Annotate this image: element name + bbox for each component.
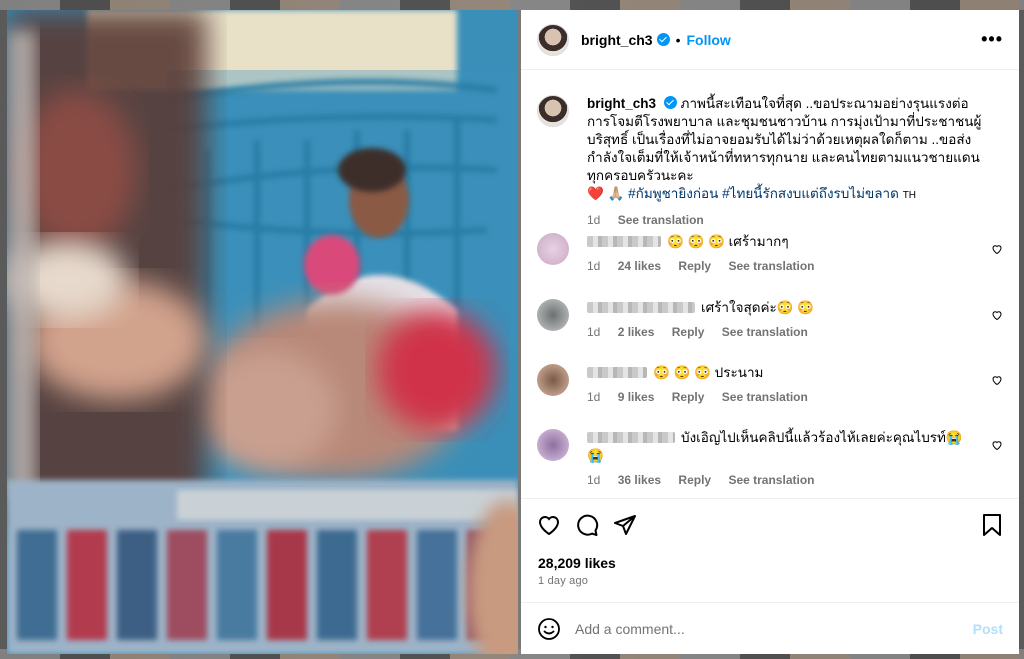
comment-likes[interactable]: 24 likes [618,259,661,273]
comment-item: บังเอิญไปเห็นคลิปนี้แล้วร้องไห้เลยค่ะคุณ… [537,429,1003,489]
see-translation-link[interactable]: See translation [722,325,808,339]
comment-bubble-icon[interactable] [575,513,599,537]
comment-text: 😳 😳 😳 ประนาม [653,365,764,380]
see-translation-link[interactable]: See translation [618,213,704,227]
emoji-picker-icon[interactable] [537,617,561,641]
commenter-avatar[interactable] [537,233,569,265]
reply-button[interactable]: Reply [672,325,705,339]
author-username[interactable]: bright_ch3 [581,32,653,48]
post-media-image[interactable] [7,10,518,654]
reply-button[interactable]: Reply [678,473,711,487]
post-date[interactable]: 1 day ago [538,575,588,587]
comment-text: เศร้าใจสุดค่ะ😳 😳 [701,300,815,315]
comment-time[interactable]: 1d [587,473,600,487]
caption: bright_ch3 ภาพนี้สะเทือนใจที่สุด ..ขอประ… [521,71,1019,229]
share-paper-plane-icon[interactable] [613,513,637,537]
likes-count[interactable]: 28,209 likes [538,555,616,571]
post-comment-button[interactable]: Post [973,621,1003,637]
comment-likes[interactable]: 9 likes [618,390,655,404]
caption-time[interactable]: 1d [587,213,600,227]
reply-button[interactable]: Reply [678,259,711,273]
comment-meta: 1d 36 likes Reply See translation [587,471,977,489]
commenter-username-blurred[interactable] [587,432,675,443]
comment-likes[interactable]: 36 likes [618,473,661,487]
commenter-avatar[interactable] [537,429,569,461]
hashtag-link[interactable]: #ไทยนี้รักสงบแต่ถึงรบไม่ขลาด [722,186,899,201]
more-options-icon[interactable]: ••• [981,29,1003,50]
comment-text: 😳 😳 😳 เศร้ามากๆ [667,234,789,249]
see-translation-link[interactable]: See translation [722,390,808,404]
commenter-username-blurred[interactable] [587,367,647,378]
comment-item: เศร้าใจสุดค่ะ😳 😳 1d 2 likes Reply See tr… [537,299,1003,341]
like-comment-heart-icon[interactable] [991,309,1003,321]
caption-author-avatar[interactable] [537,95,569,127]
comment-time[interactable]: 1d [587,259,600,273]
author-avatar[interactable] [537,23,569,56]
comment-time[interactable]: 1d [587,390,600,404]
comment-item: 😳 😳 😳 เศร้ามากๆ 1d 24 likes Reply See tr… [537,233,1003,275]
comment-input[interactable] [575,620,955,637]
post-header: bright_ch3 • Follow ••• [521,10,1019,70]
save-bookmark-icon[interactable] [981,513,1003,537]
comment-meta: 1d 9 likes Reply See translation [587,388,977,406]
caption-body: bright_ch3 ภาพนี้สะเทือนใจที่สุด ..ขอประ… [587,95,987,229]
comment-time[interactable]: 1d [587,325,600,339]
comments-list[interactable]: bright_ch3 ภาพนี้สะเทือนใจที่สุด ..ขอประ… [521,71,1019,499]
blurred-photo [7,10,518,654]
comment-body: 😳 😳 😳 ประนาม 1d 9 likes Reply See transl… [587,364,977,406]
caption-emojis: ❤️ 🙏🏼 [587,186,625,201]
like-comment-heart-icon[interactable] [991,243,1003,255]
comment-meta: 1d 24 likes Reply See translation [587,257,977,275]
add-comment-bar: Post [521,602,1019,654]
separator-dot: • [675,31,681,48]
commenter-username-blurred[interactable] [587,236,661,247]
comment-body: เศร้าใจสุดค่ะ😳 😳 1d 2 likes Reply See tr… [587,299,977,341]
reply-button[interactable]: Reply [672,390,705,404]
like-comment-heart-icon[interactable] [991,439,1003,451]
follow-button[interactable]: Follow [686,32,730,48]
commenter-avatar[interactable] [537,299,569,331]
comment-body: 😳 😳 😳 เศร้ามากๆ 1d 24 likes Reply See tr… [587,233,977,275]
comment-likes[interactable]: 2 likes [618,325,655,339]
see-translation-link[interactable]: See translation [728,259,814,273]
hashtag-link[interactable]: #กัมพูชายิงก่อน [628,186,718,201]
language-tag: TH [902,190,917,201]
commenter-avatar[interactable] [537,364,569,396]
see-translation-link[interactable]: See translation [728,473,814,487]
like-comment-heart-icon[interactable] [991,374,1003,386]
caption-meta: 1d See translation [587,211,987,229]
background-thumbnails-top [0,0,1024,10]
post-actions [537,510,1003,540]
verified-badge-icon [663,96,677,109]
post-details-panel: bright_ch3 • Follow ••• bright_ch3 ภาพนี… [521,10,1019,654]
comment-item: 😳 😳 😳 ประนาม 1d 9 likes Reply See transl… [537,364,1003,406]
comment-meta: 1d 2 likes Reply See translation [587,323,977,341]
caption-username[interactable]: bright_ch3 [587,96,656,111]
verified-badge-icon [656,33,670,46]
like-heart-icon[interactable] [537,513,561,537]
comment-body: บังเอิญไปเห็นคลิปนี้แล้วร้องไห้เลยค่ะคุณ… [587,429,977,489]
commenter-username-blurred[interactable] [587,302,695,313]
